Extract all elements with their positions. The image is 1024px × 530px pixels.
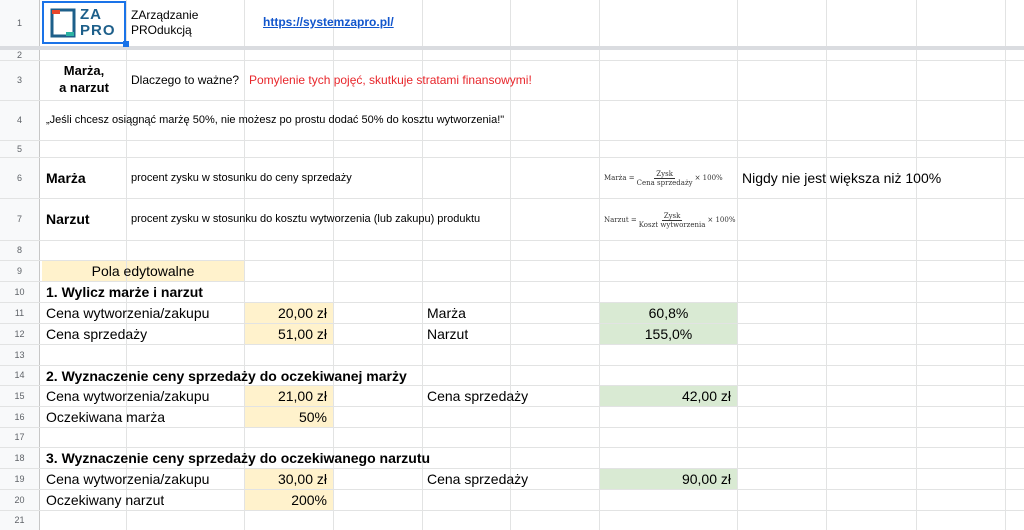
logo-text-top: ZA (80, 6, 102, 23)
marza-formula-lhs: Marża = (604, 174, 635, 182)
row-header-9[interactable]: 9 (0, 260, 40, 281)
row-header-13[interactable]: 13 (0, 344, 40, 365)
narzut-label: Narzut (46, 211, 90, 227)
row-header-6[interactable]: 6 (0, 157, 40, 198)
row-header-3[interactable]: 3 (0, 60, 40, 100)
s3-expected-input[interactable]: 200% (245, 490, 333, 510)
row-header-8[interactable]: 8 (0, 240, 40, 260)
website-link[interactable]: https://systemzapro.pl/ (263, 15, 394, 29)
logo-text-bottom: PRO (80, 22, 116, 39)
row-header-21[interactable]: 21 (0, 510, 40, 530)
logo: ZA PRO (50, 6, 120, 40)
marza-formula-den: Cena sprzedaży (636, 178, 693, 187)
s3-cost-input[interactable]: 30,00 zł (245, 469, 333, 489)
s1-cost-label: Cena wytworzenia/zakupu (46, 305, 210, 321)
marza-description: procent zysku w stosunku do ceny sprzeda… (131, 171, 352, 184)
section2-title: 2. Wyznaczenie ceny sprzedaży do oczekiw… (46, 367, 407, 384)
s2-result-label: Cena sprzedaży (427, 388, 529, 404)
row-header-10[interactable]: 10 (0, 281, 40, 302)
selection-handle[interactable] (123, 41, 129, 47)
narzut-formula-lhs: Narzut = (604, 216, 637, 224)
marza-formula: Marża = Zysk Cena sprzedaży × 100% (604, 165, 723, 191)
s3-result-label: Cena sprzedaży (427, 471, 529, 487)
row-header-1[interactable]: 1 (0, 0, 40, 46)
app-name-line2: PROdukcją (131, 23, 192, 37)
narzut-formula-num: Zysk (661, 211, 683, 221)
s1-cost-input[interactable]: 20,00 zł (245, 303, 333, 323)
s1-marza-label: Marża (427, 305, 466, 321)
app-name: ZArządzanie PROdukcją (131, 8, 198, 38)
row-header-20[interactable]: 20 (0, 489, 40, 510)
s1-price-input[interactable]: 51,00 zł (245, 324, 333, 344)
s2-result-value: 42,00 zł (681, 388, 731, 404)
s3-cost-label: Cena wytworzenia/zakupu (46, 471, 210, 487)
narzut-formula-fraction: Zysk Koszt wytworzenia (639, 212, 706, 229)
row-header-15[interactable]: 15 (0, 385, 40, 406)
section1-title: 1. Wylicz marże i narzut (46, 284, 203, 300)
s3-result-value: 90,00 zł (681, 471, 731, 487)
editable-legend-label: Pola edytowalne (91, 263, 195, 279)
s3-expected-label: Oczekiwany narzut (46, 492, 165, 508)
row-header-18[interactable]: 18 (0, 447, 40, 468)
s2-expected-label: Oczekiwana marża (46, 409, 166, 425)
s1-price-label: Cena sprzedaży (46, 326, 148, 342)
row-header-16[interactable]: 16 (0, 406, 40, 427)
intro-title: Marża, a narzut (42, 62, 126, 96)
row-header-17[interactable]: 17 (0, 427, 40, 447)
narzut-formula-den: Koszt wytworzenia (638, 220, 706, 229)
marza-note: Nigdy nie jest większa niż 100% (742, 169, 942, 186)
s1-narzut-value: 155,0% (644, 326, 693, 342)
row-header-5[interactable]: 5 (0, 140, 40, 157)
narzut-description: procent zysku w stosunku do kosztu wytwo… (131, 213, 481, 225)
marza-formula-mult: × 100% (694, 174, 723, 182)
s2-expected-input[interactable]: 50% (245, 407, 333, 427)
row-header-12[interactable]: 12 (0, 323, 40, 344)
intro-question: Dlaczego to ważne? (131, 73, 240, 87)
marza-formula-fraction: Zysk Cena sprzedaży (637, 170, 693, 187)
intro-warning: Pomylenie tych pojęć, skutkuje stratami … (249, 73, 532, 87)
section3-title: 3. Wyznaczenie ceny sprzedaży do oczekiw… (46, 450, 431, 466)
frozen-row-divider[interactable] (0, 46, 1024, 50)
intro-title-line1: Marża, (63, 63, 105, 78)
app-name-line1: ZArządzanie (131, 8, 199, 22)
row-header-7[interactable]: 7 (0, 198, 40, 240)
row-header-11[interactable]: 11 (0, 302, 40, 323)
s2-cost-input[interactable]: 21,00 zł (245, 386, 333, 406)
row-header-14[interactable]: 14 (0, 365, 40, 385)
narzut-formula: Narzut = Zysk Koszt wytworzenia × 100% (604, 207, 736, 233)
s2-cost-label: Cena wytworzenia/zakupu (46, 388, 210, 404)
row-header-4[interactable]: 4 (0, 100, 40, 140)
intro-quote: „Jeśli chcesz osiągnąć marżę 50%, nie mo… (46, 114, 505, 126)
marza-formula-num: Zysk (654, 169, 675, 179)
logo-bracket-icon (50, 8, 76, 38)
narzut-formula-mult: × 100% (707, 216, 736, 224)
row-header-19[interactable]: 19 (0, 468, 40, 489)
row-header-2[interactable]: 2 (0, 50, 40, 60)
s1-narzut-label: Narzut (427, 326, 469, 342)
marza-label: Marża (46, 169, 86, 186)
intro-title-line2: a narzut (59, 80, 109, 95)
s1-marza-value: 60,8% (648, 305, 689, 321)
